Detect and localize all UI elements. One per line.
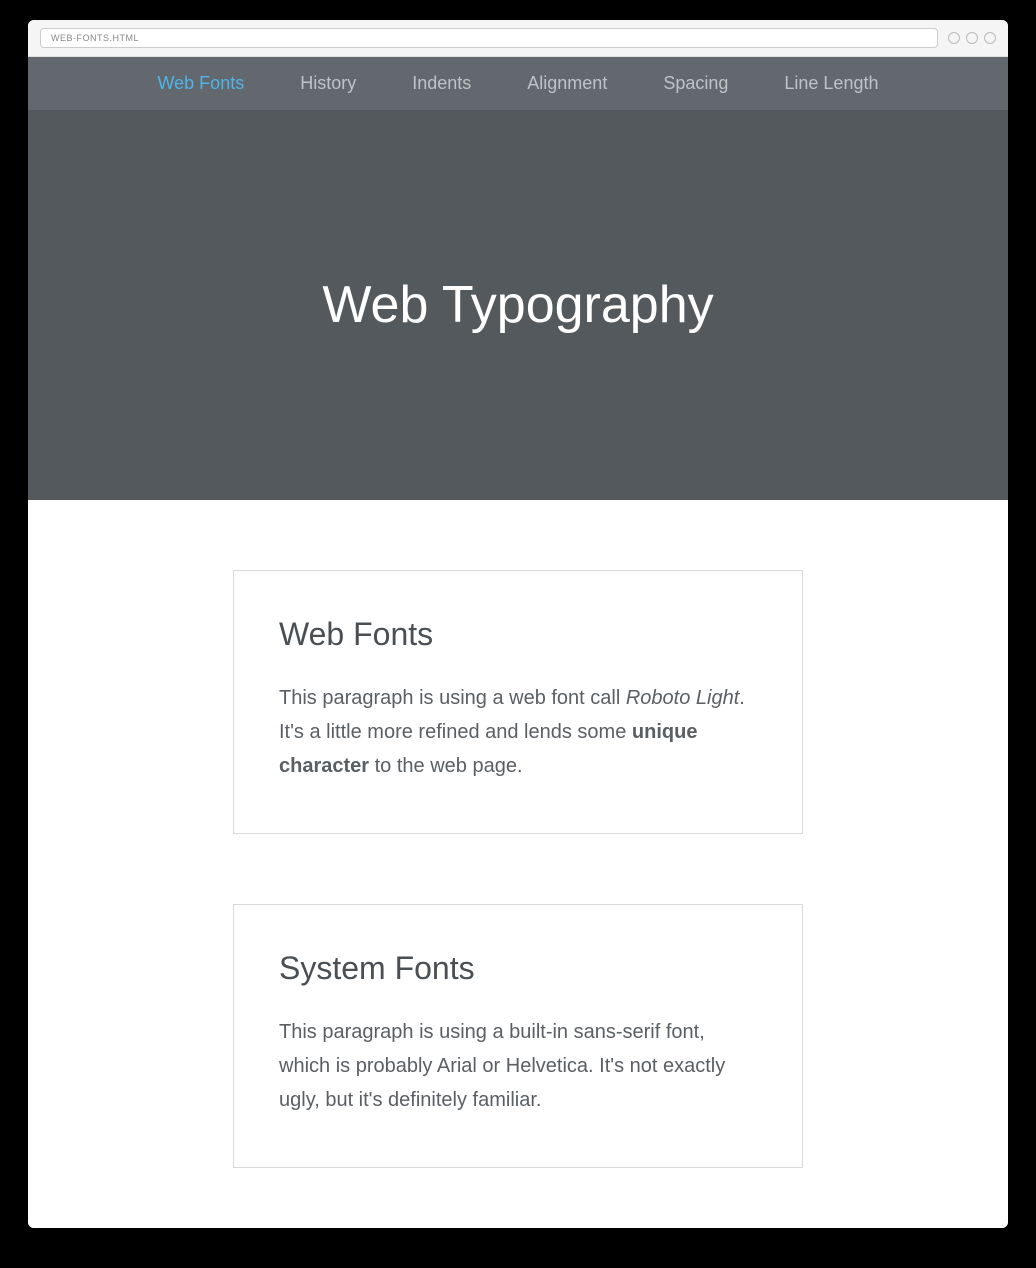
- nav-link-web-fonts[interactable]: Web Fonts: [130, 57, 273, 110]
- nav-link-history[interactable]: History: [272, 57, 384, 110]
- address-bar[interactable]: WEB-FONTS.HTML: [40, 28, 938, 48]
- nav-bar: Web Fonts History Indents Alignment Spac…: [28, 57, 1008, 110]
- nav-link-line-length[interactable]: Line Length: [756, 57, 906, 110]
- content-section: Web Fonts This paragraph is using a web …: [28, 500, 1008, 1228]
- window-controls: [948, 32, 996, 44]
- hero-section: Web Typography: [28, 110, 1008, 500]
- text-fragment: to the web page.: [369, 755, 522, 777]
- nav-link-alignment[interactable]: Alignment: [499, 57, 635, 110]
- window-control-dot[interactable]: [966, 32, 978, 44]
- italic-text: Roboto Light: [626, 687, 739, 709]
- card-system-fonts: System Fonts This paragraph is using a b…: [233, 904, 803, 1168]
- window-control-dot[interactable]: [948, 32, 960, 44]
- browser-chrome: WEB-FONTS.HTML: [28, 20, 1008, 57]
- browser-window: WEB-FONTS.HTML Web Fonts History Indents…: [28, 20, 1008, 1228]
- card-text: This paragraph is using a web font call …: [279, 681, 757, 783]
- nav-link-indents[interactable]: Indents: [384, 57, 499, 110]
- nav-link-spacing[interactable]: Spacing: [635, 57, 756, 110]
- card-title: System Fonts: [279, 950, 757, 987]
- card-web-fonts: Web Fonts This paragraph is using a web …: [233, 570, 803, 834]
- text-fragment: This paragraph is using a web font call: [279, 687, 626, 709]
- card-text: This paragraph is using a built-in sans-…: [279, 1015, 757, 1117]
- card-title: Web Fonts: [279, 616, 757, 653]
- hero-title: Web Typography: [322, 275, 713, 335]
- window-control-dot[interactable]: [984, 32, 996, 44]
